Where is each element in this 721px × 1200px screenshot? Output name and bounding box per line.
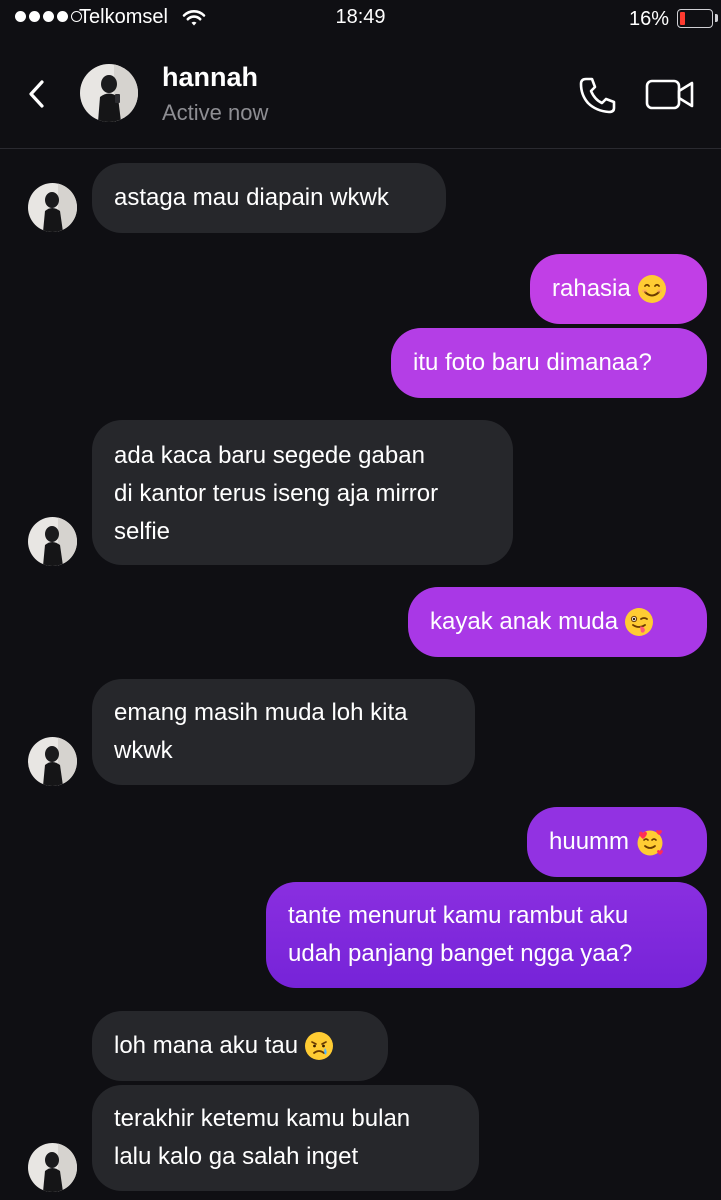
active-status: Active now — [162, 100, 269, 125]
message-text: emang masih muda loh kita wkwk — [114, 699, 408, 764]
smiling-face-emoji-icon — [637, 274, 667, 304]
message-bubble-outgoing[interactable]: itu foto baru dimanaa? — [391, 328, 707, 398]
message-text: tante menurut kamu rambut aku udah panja… — [288, 902, 633, 967]
message-text: kayak anak muda — [430, 608, 619, 635]
crying-face-emoji-icon — [304, 1031, 334, 1061]
message-text: terakhir ketemu kamu bulan lalu kalo ga … — [114, 1105, 411, 1170]
battery-level — [680, 12, 685, 25]
avatar[interactable] — [28, 1143, 77, 1192]
message-text: itu foto baru dimanaa? — [413, 349, 652, 376]
message-text: ada kaca baru segede gaban di kantor ter… — [114, 442, 439, 545]
message-bubble-outgoing[interactable]: rahasia — [530, 254, 707, 324]
phone-icon[interactable] — [574, 72, 620, 118]
message-text: astaga mau diapain wkwk — [114, 184, 389, 211]
status-bar: Telkomsel 18:49 16% — [0, 0, 721, 40]
message-bubble-incoming[interactable]: loh mana aku tau — [92, 1011, 388, 1081]
smiling-face-with-hearts-emoji-icon — [635, 827, 665, 857]
video-camera-icon[interactable] — [644, 72, 696, 118]
message-bubble-outgoing[interactable]: kayak anak muda — [408, 587, 707, 657]
contact-name[interactable]: hannah — [162, 62, 258, 93]
message-bubble-incoming[interactable]: astaga mau diapain wkwk — [92, 163, 446, 233]
message-bubble-outgoing[interactable]: huumm — [527, 807, 707, 877]
battery-percent: 16% — [628, 8, 669, 30]
back-chevron-icon[interactable] — [22, 74, 52, 114]
avatar[interactable] — [28, 183, 77, 232]
chat-header: hannah Active now — [0, 40, 721, 149]
battery-tip — [715, 14, 718, 22]
message-text: loh mana aku tau — [114, 1032, 299, 1059]
avatar[interactable] — [28, 737, 77, 786]
message-text: huumm — [549, 828, 630, 855]
winking-tongue-emoji-icon — [624, 607, 654, 637]
message-bubble-incoming[interactable]: emang masih muda loh kita wkwk — [92, 679, 475, 785]
message-bubble-outgoing[interactable]: tante menurut kamu rambut aku udah panja… — [266, 882, 707, 988]
avatar[interactable] — [28, 517, 77, 566]
message-text: rahasia — [552, 275, 631, 302]
message-bubble-incoming[interactable]: ada kaca baru segede gaban di kantor ter… — [92, 420, 513, 565]
battery-icon — [677, 9, 713, 28]
status-time: 18:49 — [335, 6, 386, 28]
message-bubble-incoming[interactable]: terakhir ketemu kamu bulan lalu kalo ga … — [92, 1085, 479, 1191]
avatar[interactable] — [80, 64, 138, 122]
